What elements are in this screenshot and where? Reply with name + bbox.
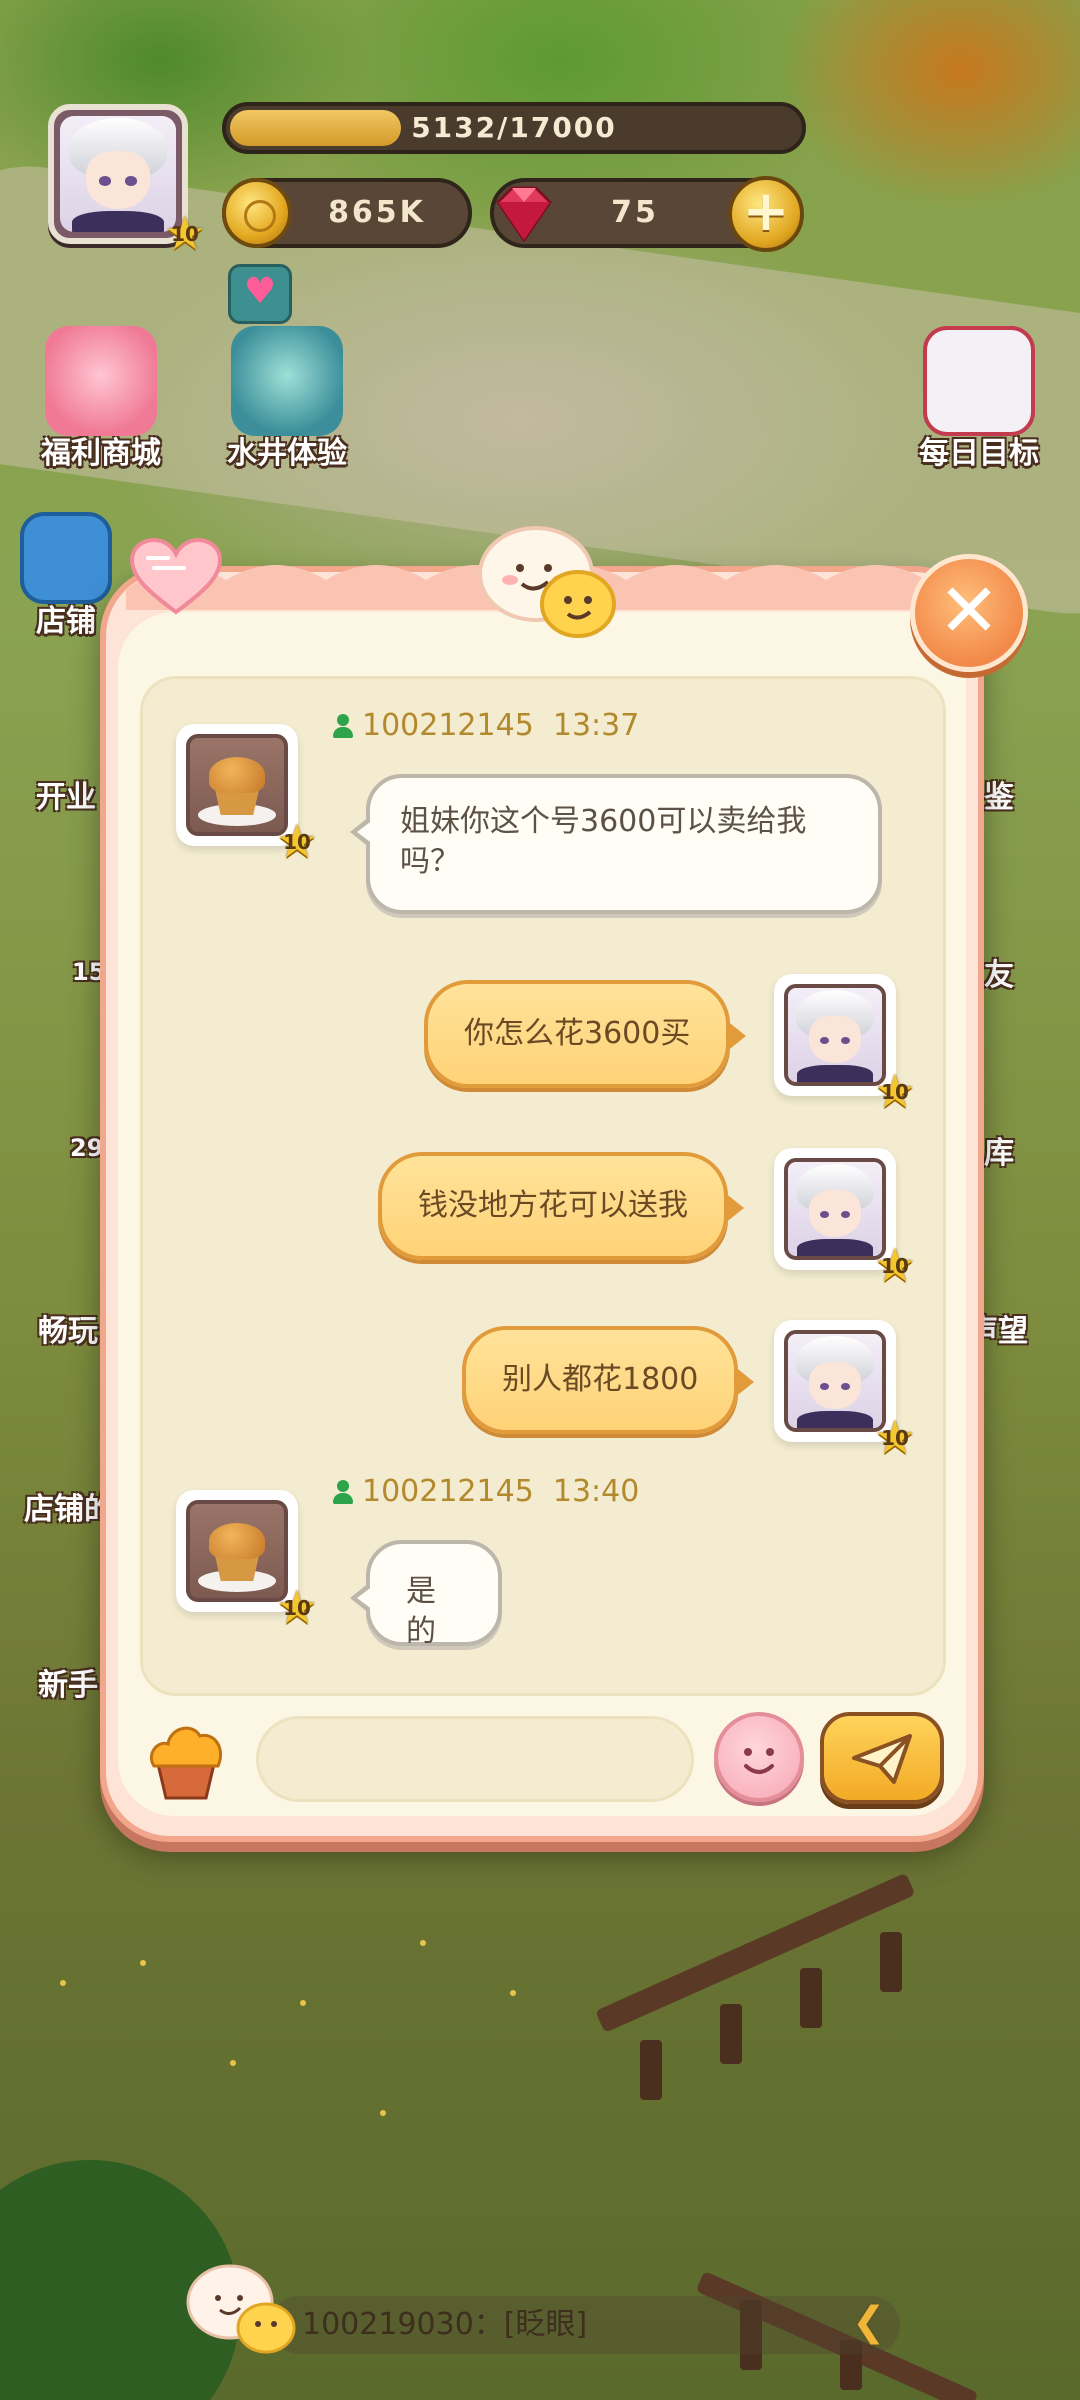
player-level: 10 [171, 222, 199, 246]
sender-avatar[interactable]: ★ 10 [176, 724, 318, 864]
message-meta: 100212145 13:40 [332, 1474, 639, 1509]
daily-goals-label: 每日目标 [919, 436, 1039, 471]
add-gems-button[interactable]: + [728, 176, 804, 252]
message-bubble: 你怎么花3600买 [424, 980, 747, 1088]
well-icon [231, 326, 343, 436]
flower [510, 1990, 516, 1996]
video-camera-icon [20, 512, 112, 604]
xp-progress-bar: 5132/17000 [222, 102, 806, 154]
fence-post [800, 1968, 822, 2028]
my-level: 10 [881, 1426, 909, 1450]
chat-faces-icon [478, 526, 616, 638]
message-bubble: 钱没地方花可以送我 [378, 1152, 744, 1260]
side-count-2: 29 [70, 1134, 104, 1162]
flower [420, 1940, 426, 1946]
player-face [60, 116, 176, 232]
xp-text: 5132/17000 [411, 111, 617, 144]
flower [380, 2110, 386, 2116]
heart-decoration-icon [129, 538, 223, 615]
fence-rail [595, 1872, 916, 2033]
message-bubble: 是的 [350, 1540, 502, 1649]
my-avatar[interactable]: ★ 10 [774, 974, 916, 1114]
user-icon [332, 714, 354, 738]
sender-avatar[interactable]: ★ 10 [176, 1490, 318, 1630]
chevron-left-icon[interactable]: ❮ [852, 2292, 886, 2352]
daily-goals-button[interactable]: 每日目标 [904, 326, 1054, 472]
welfare-shop-label: 福利商城 [41, 436, 161, 471]
message-text: 是的 [406, 1574, 436, 1649]
smiley-icon [744, 1748, 774, 1774]
heart-badge-icon[interactable]: ♥ [228, 264, 292, 324]
player-avatar[interactable]: ★ 10 [48, 104, 206, 256]
play-label[interactable]: 畅玩 [38, 1306, 98, 1350]
message-time: 13:37 [552, 708, 640, 743]
friends-label[interactable]: 友 [984, 950, 1014, 994]
sender-level: 10 [283, 830, 311, 854]
message-text: 别人都花1800 [502, 1362, 699, 1397]
gem-value: 75 [611, 195, 659, 230]
chat-input[interactable] [256, 1716, 694, 1802]
welfare-shop-button[interactable]: 福利商城 [26, 326, 176, 472]
flower [140, 1960, 146, 1966]
muffin-icon[interactable] [140, 1714, 232, 1806]
my-level: 10 [881, 1080, 909, 1104]
sender-id: 100212145 [362, 1474, 534, 1509]
plus-icon: + [742, 179, 790, 244]
message-meta: 100212145 13:37 [332, 708, 639, 743]
coin-value: 865K [328, 195, 426, 230]
my-level: 10 [881, 1254, 909, 1278]
sender-level: 10 [283, 1596, 311, 1620]
message-text: 钱没地方花可以送我 [418, 1188, 688, 1223]
calendar-icon [923, 326, 1035, 436]
message-text: 姐妹你这个号3600可以卖给我吗？ [400, 804, 807, 879]
message-bubble: 姐妹你这个号3600可以卖给我吗？ [350, 774, 882, 914]
fence-post [640, 2040, 662, 2100]
well-experience-label: 水井体验 [227, 436, 347, 471]
close-button[interactable]: ✕ [910, 554, 1028, 672]
fence-post [880, 1932, 902, 1992]
fence-post [720, 2004, 742, 2064]
message-text: 你怎么花3600买 [464, 1016, 691, 1051]
collection-label[interactable]: 鉴 [984, 772, 1014, 816]
well-experience-button[interactable]: 水井体验 [212, 326, 362, 472]
flower [300, 2000, 306, 2006]
newbie-label[interactable]: 新手 [38, 1660, 98, 1704]
warehouse-label[interactable]: 库 [984, 1128, 1014, 1172]
ticker-message: 100219030：[眨眼] [302, 2307, 588, 2342]
coin-icon [222, 178, 292, 248]
chat-faces-icon[interactable] [184, 2256, 304, 2360]
gem-icon [496, 186, 552, 243]
opening-label[interactable]: 开业 [36, 772, 96, 816]
gift-shop-icon [45, 326, 157, 436]
close-icon: ✕ [937, 568, 1000, 654]
paper-plane-icon [852, 1734, 912, 1784]
coin-counter: 865K [222, 178, 472, 248]
my-avatar[interactable]: ★ 10 [774, 1148, 916, 1288]
flower [230, 2060, 236, 2066]
user-icon [332, 1480, 354, 1504]
emoji-button[interactable] [714, 1712, 804, 1802]
message-bubble: 别人都花1800 [462, 1326, 755, 1434]
send-button[interactable] [820, 1712, 944, 1804]
sender-id: 100212145 [362, 708, 534, 743]
message-time: 13:40 [552, 1474, 640, 1509]
my-avatar[interactable]: ★ 10 [774, 1320, 916, 1460]
flower [60, 1980, 66, 1986]
